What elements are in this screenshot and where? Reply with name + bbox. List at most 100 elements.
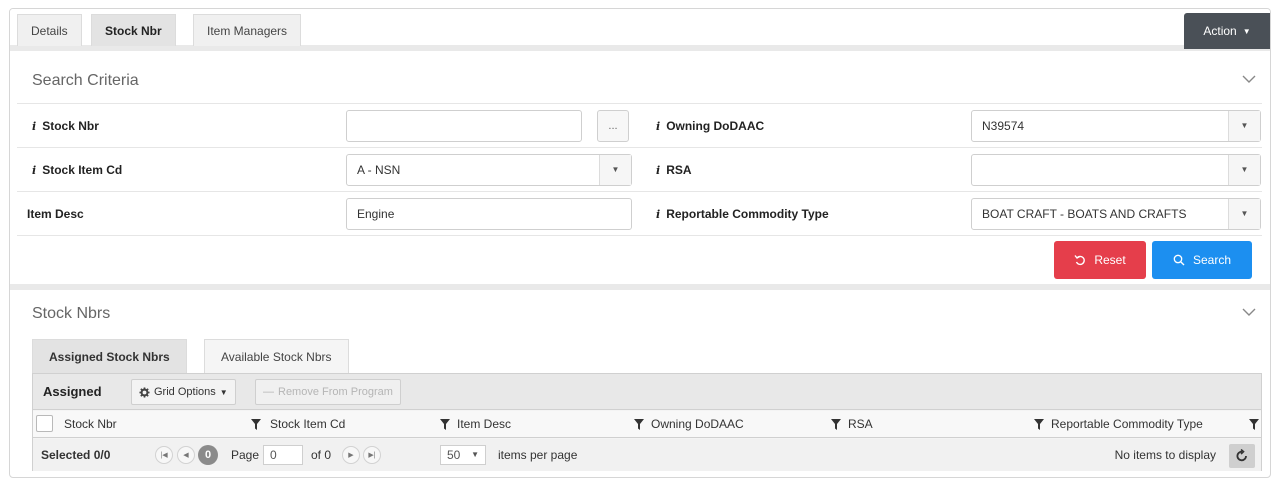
dropdown-arrow-icon[interactable]: ▼ xyxy=(1228,155,1260,185)
gear-icon xyxy=(139,386,150,398)
stock-item-cd-value: A - NSN xyxy=(357,163,401,177)
items-per-page-select[interactable]: 50 ▼ xyxy=(440,445,486,465)
caret-down-icon: ▼ xyxy=(1242,26,1251,36)
top-tab-bar: Details Stock Nbr Item Managers Action ▼ xyxy=(10,9,1270,51)
stock-nbr-lookup-button[interactable]: ... xyxy=(597,110,629,142)
item-desc-label: Item Desc xyxy=(27,207,84,221)
page-label: Page xyxy=(231,448,260,462)
item-desc-input[interactable]: Engine xyxy=(346,198,632,230)
refresh-button[interactable] xyxy=(1229,444,1255,468)
grid-options-label: Grid Options xyxy=(154,386,216,398)
info-icon[interactable]: i xyxy=(656,120,660,133)
filter-icon[interactable] xyxy=(634,419,644,430)
dropdown-arrow-icon[interactable]: ▼ xyxy=(471,446,479,464)
items-per-page-label: items per page xyxy=(498,448,578,462)
row-divider xyxy=(17,191,1262,192)
row-divider xyxy=(17,147,1262,148)
section-divider xyxy=(10,284,1270,290)
stock-item-cd-label-text: Stock Item Cd xyxy=(42,163,123,177)
rsa-select[interactable]: ▼ xyxy=(971,154,1261,186)
reset-button[interactable]: Reset xyxy=(1054,241,1146,279)
reset-label: Reset xyxy=(1094,253,1126,267)
page-frame: Details Stock Nbr Item Managers Action ▼… xyxy=(9,8,1271,478)
select-all-checkbox[interactable] xyxy=(36,415,53,432)
current-page-badge: 0 xyxy=(198,445,218,465)
chevron-down-icon[interactable] xyxy=(1242,74,1256,88)
minus-icon: — xyxy=(263,386,274,398)
stock-item-cd-select[interactable]: A - NSN ▼ xyxy=(346,154,632,186)
column-header-reportable-commodity-type[interactable]: Reportable Commodity Type xyxy=(1044,411,1261,438)
remove-from-program-button[interactable]: — Remove From Program xyxy=(255,379,401,405)
column-header-stock-nbr[interactable]: Stock Nbr xyxy=(57,411,263,438)
selected-count: Selected 0/0 xyxy=(41,448,111,462)
stock-nbr-label: i Stock Nbr xyxy=(32,119,99,133)
info-icon[interactable]: i xyxy=(656,164,660,177)
column-label: Owning DoDAAC xyxy=(651,417,744,431)
refresh-icon xyxy=(1236,449,1247,462)
column-label: Stock Nbr xyxy=(64,417,117,431)
grid-title: Assigned xyxy=(43,384,102,399)
filter-icon[interactable] xyxy=(251,419,261,430)
action-button[interactable]: Action ▼ xyxy=(1184,13,1270,49)
info-icon[interactable]: i xyxy=(656,208,660,221)
page-of-text: of 0 xyxy=(311,448,332,462)
item-desc-label-text: Item Desc xyxy=(27,207,84,221)
undo-icon xyxy=(1074,255,1086,266)
first-page-icon[interactable]: |◀ xyxy=(155,446,173,464)
dropdown-arrow-icon[interactable]: ▼ xyxy=(599,155,631,185)
grid-pager: Selected 0/0 |◀ ◀ 0 Page 0 of 0 ▶ ▶| 50 … xyxy=(33,439,1261,471)
search-criteria-title: Search Criteria xyxy=(32,72,139,89)
column-header-stock-item-cd[interactable]: Stock Item Cd xyxy=(263,411,450,438)
reportable-commodity-type-label: i Reportable Commodity Type xyxy=(656,207,829,221)
info-icon[interactable]: i xyxy=(32,120,36,133)
column-label: RSA xyxy=(848,417,873,431)
owning-dodaac-label: i Owning DoDAAC xyxy=(656,119,764,133)
page-number-input[interactable]: 0 xyxy=(263,445,303,465)
stock-nbr-input[interactable] xyxy=(346,110,582,142)
column-header-owning-dodaac[interactable]: Owning DoDAAC xyxy=(644,411,841,438)
row-divider xyxy=(17,235,1262,236)
filter-icon[interactable] xyxy=(1034,419,1044,430)
search-icon xyxy=(1173,254,1185,266)
dropdown-arrow-icon[interactable]: ▼ xyxy=(1228,111,1260,141)
grid-header-row: Stock Nbr Stock Item Cd Item Desc Owning… xyxy=(33,411,1261,438)
column-header-item-desc[interactable]: Item Desc xyxy=(450,411,644,438)
last-page-icon[interactable]: ▶| xyxy=(363,446,381,464)
assigned-grid: Assigned Grid Options ▼ — Remove From Pr… xyxy=(32,373,1262,471)
no-items-text: No items to display xyxy=(1114,448,1216,462)
grid-options-button[interactable]: Grid Options ▼ xyxy=(131,379,236,405)
rsa-label: i RSA xyxy=(656,163,692,177)
caret-down-icon: ▼ xyxy=(219,387,228,397)
reportable-commodity-type-select[interactable]: BOAT CRAFT - BOATS AND CRAFTS ▼ xyxy=(971,198,1261,230)
stock-item-cd-label: i Stock Item Cd xyxy=(32,163,122,177)
filter-icon[interactable] xyxy=(831,419,841,430)
filter-icon[interactable] xyxy=(440,419,450,430)
info-icon[interactable]: i xyxy=(32,164,36,177)
tab-assigned-stock-nbrs[interactable]: Assigned Stock Nbrs xyxy=(32,339,187,373)
dropdown-arrow-icon[interactable]: ▼ xyxy=(1228,199,1260,229)
search-button[interactable]: Search xyxy=(1152,241,1252,279)
items-per-page-value: 50 xyxy=(447,448,461,462)
filter-icon[interactable] xyxy=(1249,419,1259,430)
reportable-commodity-type-label-text: Reportable Commodity Type xyxy=(666,207,829,221)
column-header-rsa[interactable]: RSA xyxy=(841,411,1044,438)
column-label: Reportable Commodity Type xyxy=(1051,417,1203,431)
tab-details[interactable]: Details xyxy=(17,14,82,46)
next-page-icon[interactable]: ▶ xyxy=(342,446,360,464)
tab-stock-nbr[interactable]: Stock Nbr xyxy=(91,14,176,46)
owning-dodaac-value: N39574 xyxy=(982,119,1025,133)
tab-item-managers[interactable]: Item Managers xyxy=(193,14,302,46)
row-divider xyxy=(17,103,1262,104)
prev-page-icon[interactable]: ◀ xyxy=(177,446,195,464)
column-label: Stock Item Cd xyxy=(270,417,346,431)
owning-dodaac-select[interactable]: N39574 ▼ xyxy=(971,110,1261,142)
stock-nbr-label-text: Stock Nbr xyxy=(42,119,99,133)
search-label: Search xyxy=(1192,253,1232,267)
chevron-down-icon[interactable] xyxy=(1242,307,1256,321)
column-label: Item Desc xyxy=(457,417,512,431)
reportable-commodity-type-value: BOAT CRAFT - BOATS AND CRAFTS xyxy=(982,207,1187,221)
rsa-label-text: RSA xyxy=(666,163,692,177)
owning-dodaac-label-text: Owning DoDAAC xyxy=(666,119,765,133)
tab-available-stock-nbrs[interactable]: Available Stock Nbrs xyxy=(204,339,349,373)
stock-nbrs-title: Stock Nbrs xyxy=(32,305,111,322)
